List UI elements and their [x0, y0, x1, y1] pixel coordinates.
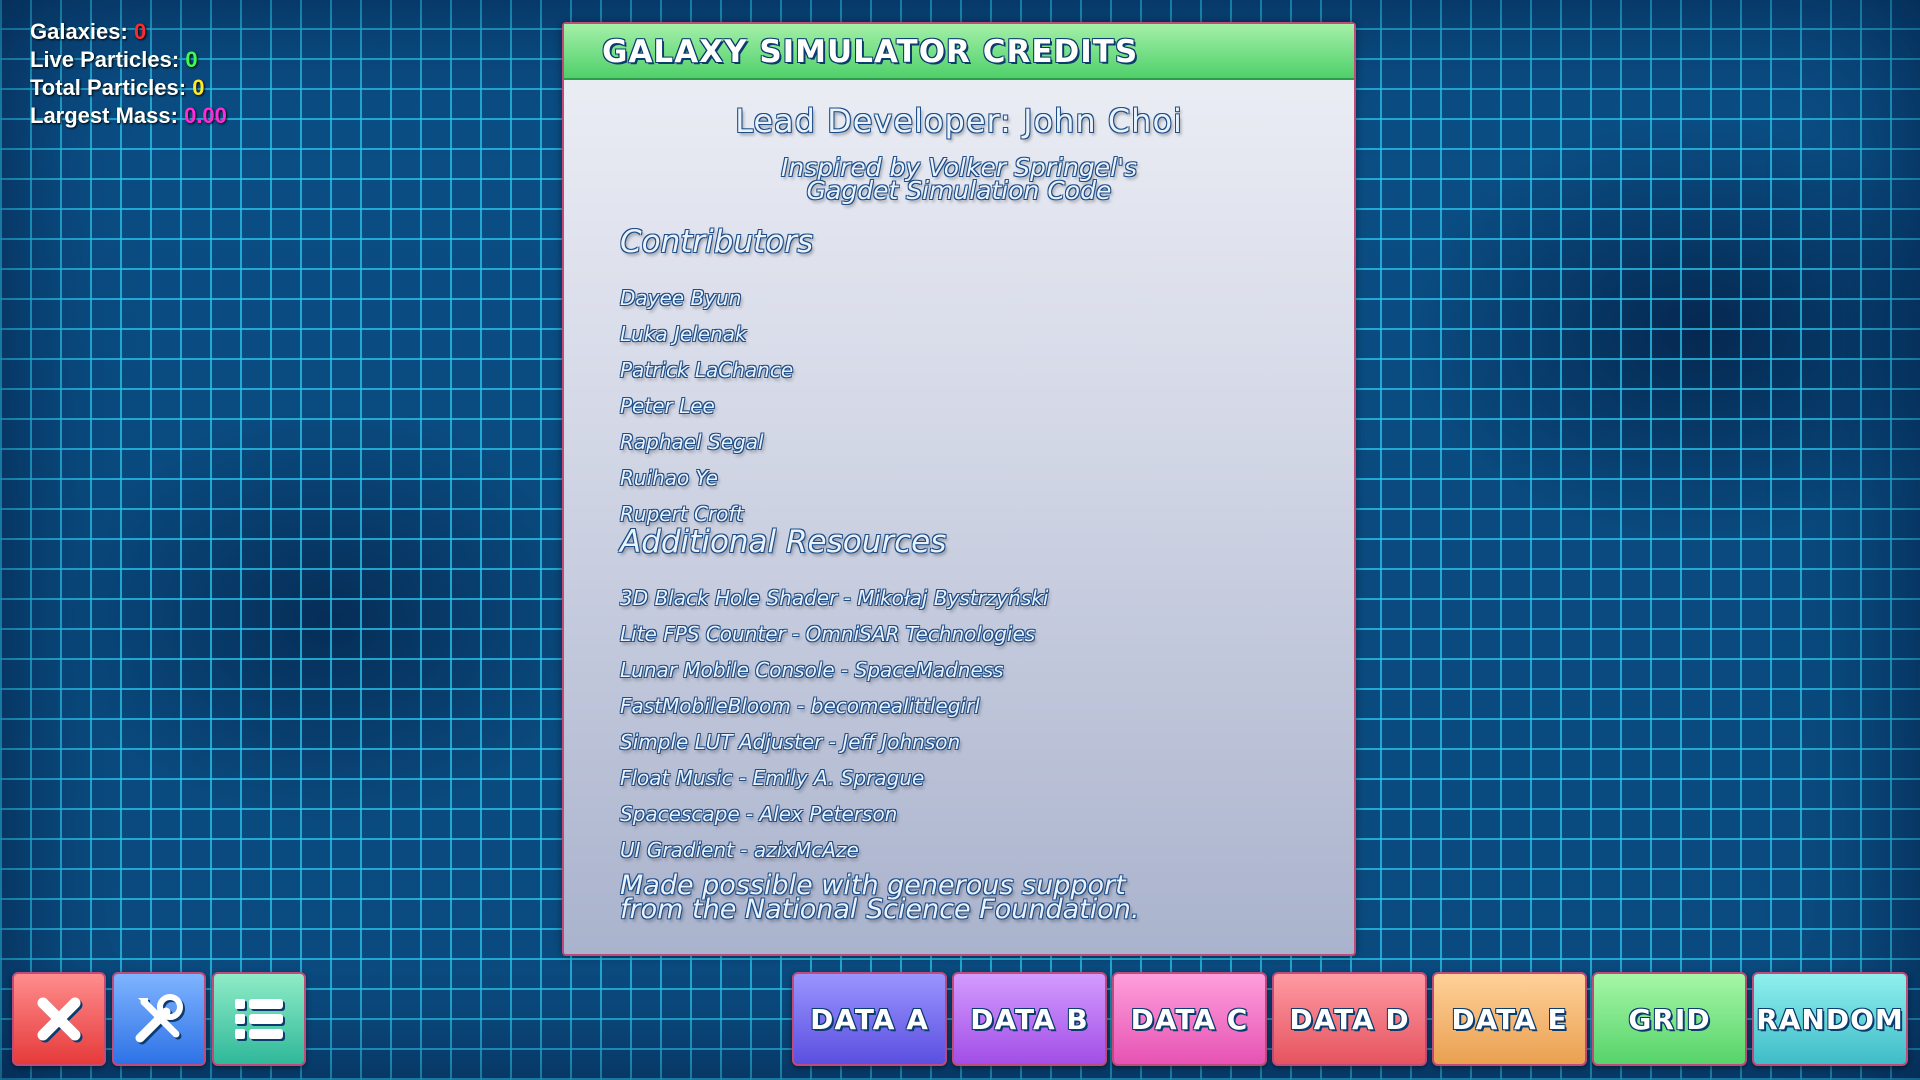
close-button[interactable]: [12, 972, 106, 1066]
settings-button[interactable]: [112, 972, 206, 1066]
galaxies-label: Galaxies:: [30, 19, 128, 44]
contributors-heading: Contributors: [620, 224, 814, 260]
list-item: Ruihao Ye: [620, 466, 718, 490]
list-item: Simple LUT Adjuster - Jeff Johnson: [620, 730, 961, 754]
list-item: Dayee Byun: [620, 286, 742, 310]
total-particles-value: 0: [192, 75, 205, 100]
largest-mass-label: Largest Mass:: [30, 103, 178, 128]
list-item: Float Music - Emily A. Sprague: [620, 766, 925, 790]
galaxies-value: 0: [133, 19, 147, 44]
credits-header: GALAXY SIMULATOR CREDITS: [564, 24, 1354, 80]
list-item: Raphael Segal: [620, 430, 764, 454]
list-item: FastMobileBloom - becomealittlegirl: [620, 694, 980, 718]
credits-panel: GALAXY SIMULATOR CREDITS Lead Developer:…: [562, 22, 1356, 956]
list-item: Lite FPS Counter - OmniSAR Technologies: [620, 622, 1036, 646]
support-note: Made possible with generous support from…: [620, 872, 1140, 925]
resources-heading: Additional Resources: [620, 524, 947, 560]
list-item: Patrick LaChance: [620, 358, 794, 382]
data-e-button[interactable]: DATA E: [1432, 972, 1587, 1066]
data-a-button[interactable]: DATA A: [792, 972, 947, 1066]
close-icon: [37, 997, 81, 1041]
list-button[interactable]: [212, 972, 306, 1066]
support-line-2: from the National Science Foundation.: [620, 894, 1140, 925]
inspired-line-2: Gagdet Simulation Code: [806, 176, 1112, 205]
largest-mass-stat: Largest Mass: 0.00: [30, 102, 227, 130]
random-button[interactable]: RANDOM: [1752, 972, 1908, 1066]
total-particles-stat: Total Particles: 0: [30, 74, 227, 102]
list-item: Lunar Mobile Console - SpaceMadness: [620, 658, 1004, 682]
lead-developer: Lead Developer: John Choi: [735, 102, 1183, 140]
tools-icon: [135, 994, 183, 1043]
live-particles-value: 0: [185, 47, 198, 72]
list-item: 3D Black Hole Shader - Mikołaj Bystrzyńs…: [620, 586, 1049, 610]
data-d-button[interactable]: DATA D: [1272, 972, 1427, 1066]
inspired-by: Inspired by Volker Springel's Gagdet Sim…: [564, 155, 1354, 205]
live-particles-label: Live Particles:: [30, 47, 180, 72]
list-item: Peter Lee: [620, 394, 715, 418]
total-particles-label: Total Particles:: [30, 75, 187, 100]
list-item: Luka Jelenak: [620, 322, 747, 346]
list-item: UI Gradient - azixMcAze: [620, 838, 859, 862]
contributors-list: Dayee Byun Luka Jelenak Patrick LaChance…: [620, 280, 793, 532]
list-icon: [235, 999, 283, 1039]
data-c-button[interactable]: DATA C: [1112, 972, 1267, 1066]
credits-title: GALAXY SIMULATOR CREDITS: [602, 34, 1139, 70]
largest-mass-value: 0.00: [184, 103, 227, 128]
live-particles-stat: Live Particles: 0: [30, 46, 227, 74]
data-b-button[interactable]: DATA B: [952, 972, 1107, 1066]
stats-readout: Galaxies: 0 Live Particles: 0 Total Part…: [30, 18, 227, 130]
list-item: Spacescape - Alex Peterson: [620, 802, 898, 826]
grid-button[interactable]: GRID: [1592, 972, 1747, 1066]
resources-list: 3D Black Hole Shader - Mikołaj Bystrzyńs…: [620, 580, 1048, 868]
galaxies-stat: Galaxies: 0: [30, 18, 227, 46]
